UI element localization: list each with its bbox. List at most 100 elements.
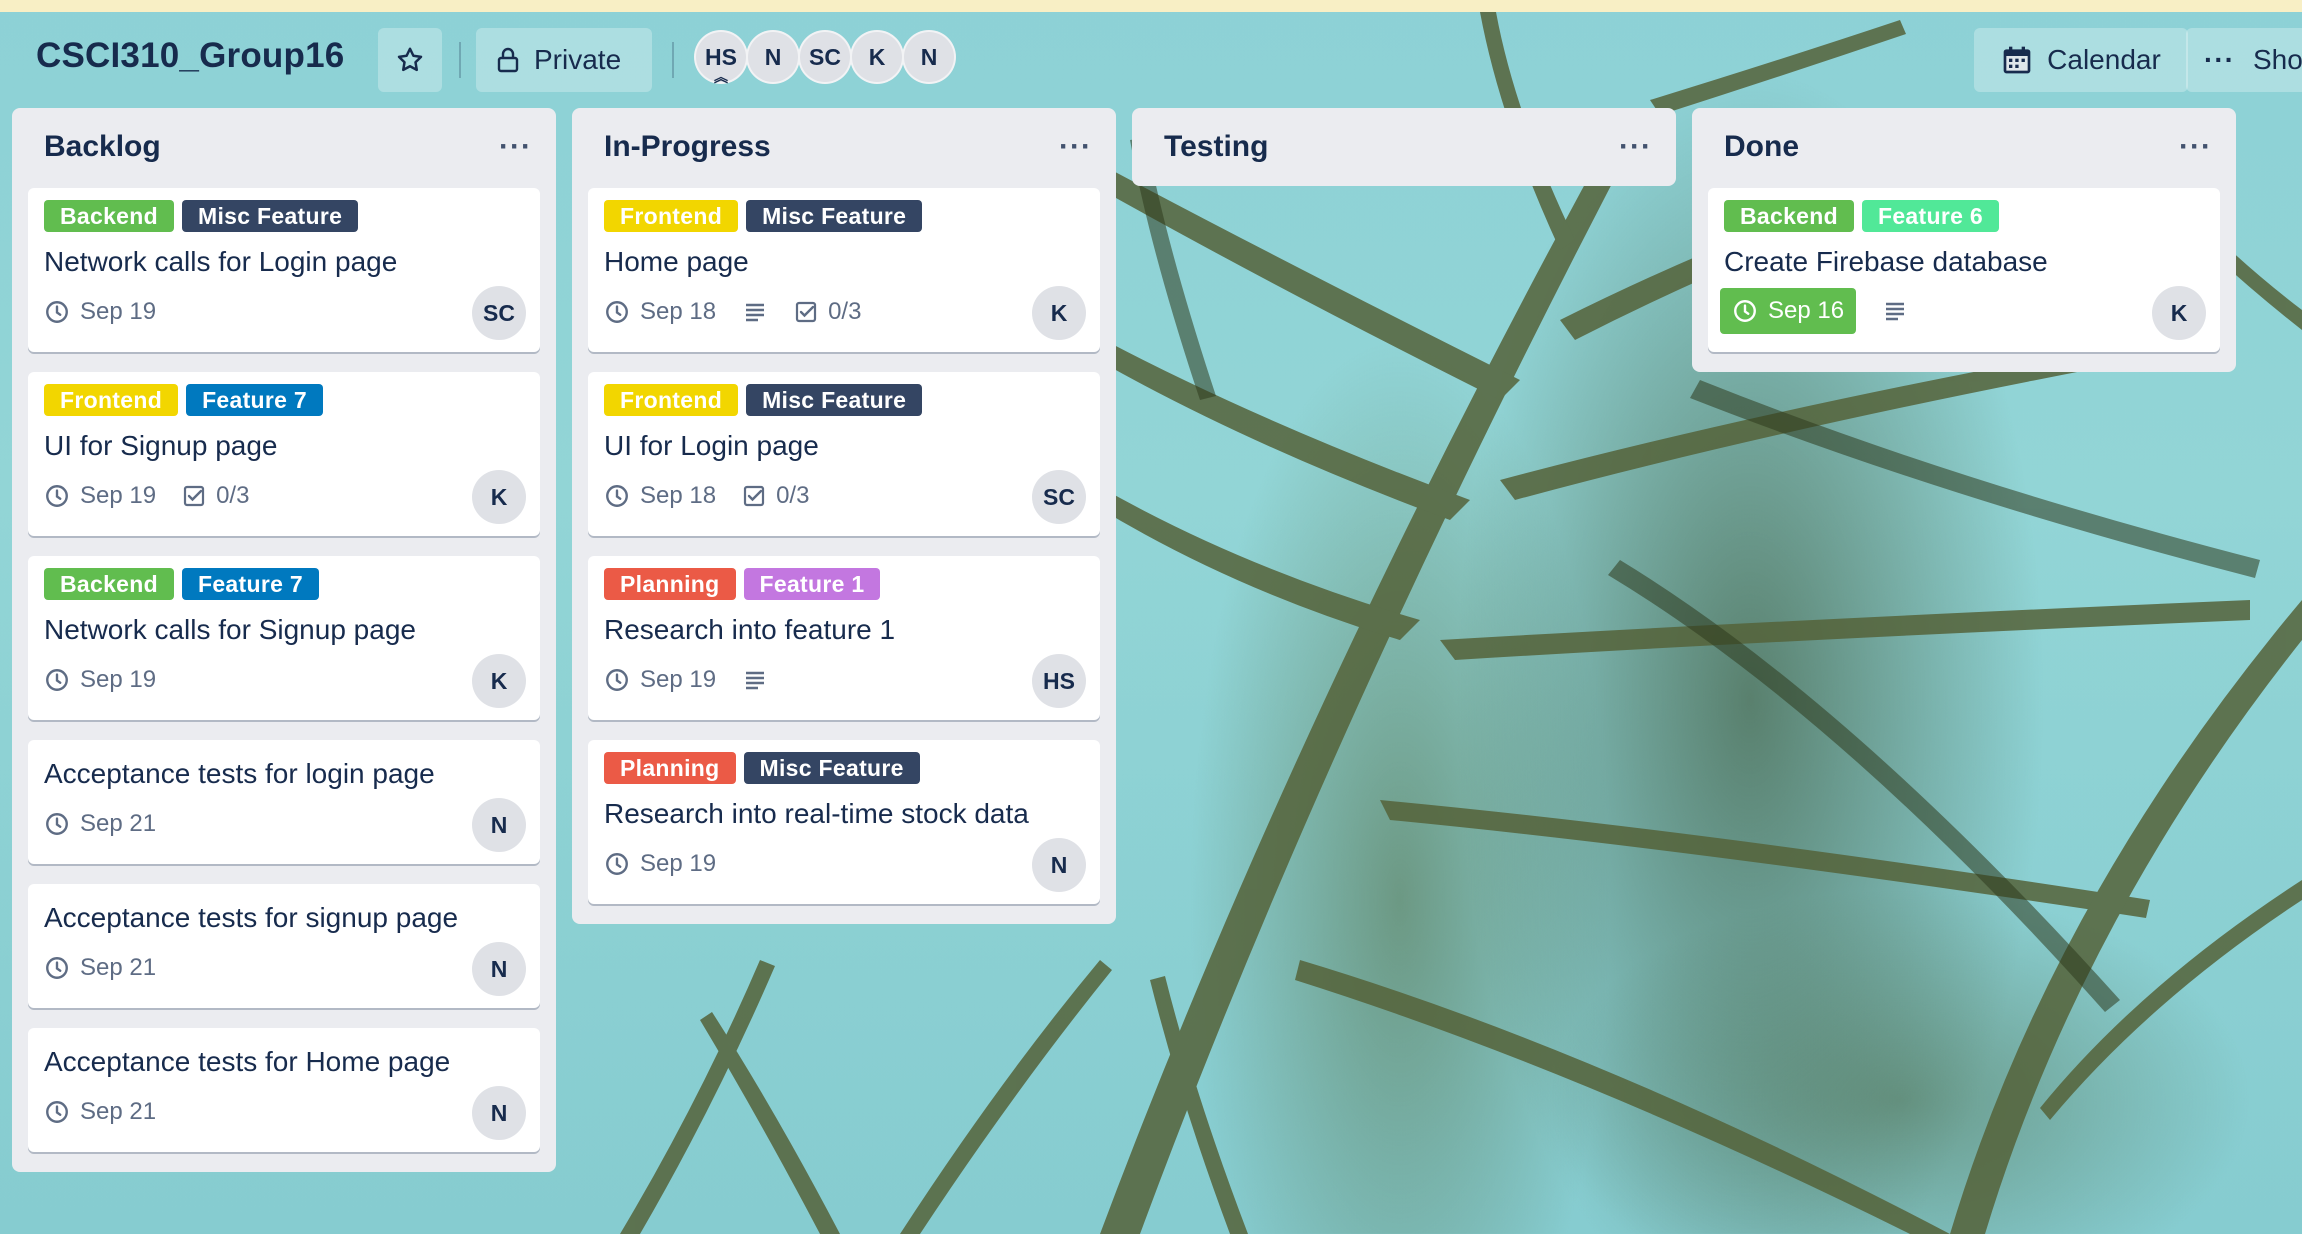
checklist-count: 0/3 — [776, 482, 810, 509]
card-member-avatar[interactable]: HS — [1032, 654, 1086, 708]
card-badges: Sep 21 — [44, 954, 156, 982]
card-label[interactable]: Misc Feature — [181, 200, 359, 232]
list-menu-icon[interactable]: ··· — [1619, 130, 1652, 164]
card[interactable]: Acceptance tests for signup page Sep 21 … — [28, 884, 540, 1008]
card-title: Research into real-time stock data — [604, 798, 1029, 829]
card-label[interactable]: Backend — [1724, 200, 1854, 232]
card-label[interactable]: Backend — [44, 200, 174, 232]
calendar-power-up-button[interactable]: Calendar — [1974, 28, 2188, 92]
due-date-complete-badge[interactable]: Sep 16 — [1720, 288, 1857, 334]
board-header: CSCI310_Group16 Private HS ︽ N SC K N Cal… — [0, 12, 2302, 108]
due-date: Sep 18 — [640, 298, 717, 325]
card-title: Network calls for Signup page — [44, 614, 416, 645]
due-date-badge[interactable]: Sep 19 — [604, 850, 716, 878]
card-label[interactable]: Frontend — [604, 384, 739, 416]
card-labels: Backend Feature 7 — [44, 568, 319, 600]
clock-icon — [606, 853, 628, 875]
card-member-avatar[interactable]: N — [472, 798, 526, 852]
card-label[interactable]: Feature 6 — [1861, 200, 1999, 232]
member-avatar[interactable]: N — [746, 30, 800, 84]
card-badges: Sep 18 0/3 — [604, 482, 809, 510]
clock-icon — [606, 485, 628, 507]
star-board-button[interactable] — [378, 28, 442, 92]
card-label[interactable]: Frontend — [604, 200, 739, 232]
card-labels: Planning Feature 1 — [604, 568, 881, 600]
card-member-avatar[interactable]: K — [2152, 286, 2206, 340]
checklist-count: 0/3 — [828, 298, 862, 325]
card-member-avatar[interactable]: N — [1032, 838, 1086, 892]
due-date: Sep 18 — [640, 482, 717, 509]
clock-icon — [606, 669, 628, 691]
card-label[interactable]: Feature 7 — [186, 384, 324, 416]
clock-icon — [46, 485, 68, 507]
card-title: Acceptance tests for signup page — [44, 902, 459, 933]
due-date-badge[interactable]: Sep 21 — [44, 810, 156, 838]
card[interactable]: Backend Feature 7 Network calls for Sign… — [28, 556, 540, 720]
star-icon — [397, 47, 423, 72]
list-menu-icon[interactable]: ··· — [2179, 130, 2212, 164]
due-date-badge[interactable]: Sep 21 — [44, 954, 156, 982]
due-date: Sep 16 — [1768, 297, 1845, 324]
due-date-badge[interactable]: Sep 19 — [44, 482, 156, 510]
member-avatar[interactable]: SC — [798, 30, 852, 84]
due-date: Sep 19 — [640, 666, 717, 693]
due-date: Sep 19 — [80, 298, 157, 325]
due-date-badge[interactable]: Sep 19 — [604, 666, 716, 694]
card-label[interactable]: Feature 1 — [743, 568, 881, 600]
list-header: Testing ··· — [1132, 108, 1676, 186]
card-title: Acceptance tests for login page — [44, 758, 435, 789]
list-title[interactable]: Done — [1724, 130, 1799, 164]
card-badges: Sep 19 — [604, 666, 768, 694]
card-title: Home page — [604, 246, 749, 277]
calendar-label: Calendar — [2047, 44, 2161, 75]
card-label[interactable]: Misc Feature — [746, 200, 923, 232]
due-date-badge[interactable]: Sep 18 — [604, 482, 716, 510]
show-menu-button[interactable]: ··· Sho — [2186, 28, 2302, 92]
list-title[interactable]: Testing — [1164, 130, 1268, 164]
card[interactable]: Acceptance tests for Home page Sep 21 N — [28, 1028, 540, 1152]
list-title[interactable]: Backlog — [44, 130, 161, 164]
card-member-avatar[interactable]: N — [472, 1086, 526, 1140]
card-badges: Sep 21 — [44, 810, 156, 838]
card-member-avatar[interactable]: K — [472, 654, 526, 708]
card-member-avatar[interactable]: K — [1032, 286, 1086, 340]
list-menu-icon[interactable]: ··· — [1059, 130, 1092, 164]
member-avatar[interactable]: K — [850, 30, 904, 84]
card-member-avatar[interactable]: SC — [1032, 470, 1086, 524]
card-label[interactable]: Misc Feature — [746, 384, 923, 416]
card[interactable]: Planning Misc Feature Research into real… — [588, 740, 1100, 904]
card-label[interactable]: Misc Feature — [743, 752, 920, 784]
due-date: Sep 21 — [80, 1098, 157, 1125]
card-badges: Sep 16 — [1720, 288, 1908, 334]
card[interactable]: Backend Misc Feature Network calls for L… — [28, 188, 540, 352]
card-labels: Planning Misc Feature — [604, 752, 920, 784]
card[interactable]: Frontend Misc Feature Home page Sep 18 0… — [588, 188, 1100, 352]
due-date-badge[interactable]: Sep 18 — [604, 298, 716, 326]
card[interactable]: Frontend Misc Feature UI for Login page … — [588, 372, 1100, 536]
card-member-avatar[interactable]: K — [472, 470, 526, 524]
card[interactable]: Planning Feature 1 Research into feature… — [588, 556, 1100, 720]
due-date-badge[interactable]: Sep 21 — [44, 1098, 156, 1126]
card-label[interactable]: Feature 7 — [181, 568, 319, 600]
card-badges: Sep 19 — [44, 666, 156, 694]
due-date: Sep 19 — [80, 482, 157, 509]
card-label[interactable]: Backend — [44, 568, 174, 600]
card-label[interactable]: Planning — [604, 752, 736, 784]
visibility-button[interactable]: Private — [476, 28, 652, 92]
card[interactable]: Frontend Feature 7 UI for Signup page Se… — [28, 372, 540, 536]
card-label[interactable]: Frontend — [44, 384, 179, 416]
member-avatar[interactable]: HS ︽ — [694, 30, 748, 84]
list-title[interactable]: In-Progress — [604, 130, 771, 164]
due-date-badge[interactable]: Sep 19 — [44, 298, 156, 326]
card[interactable]: Acceptance tests for login page Sep 21 N — [28, 740, 540, 864]
board-title[interactable]: CSCI310_Group16 — [36, 36, 344, 76]
member-avatar[interactable]: N — [902, 30, 956, 84]
card-member-avatar[interactable]: N — [472, 942, 526, 996]
due-date-badge[interactable]: Sep 19 — [44, 666, 156, 694]
list-menu-icon[interactable]: ··· — [499, 130, 532, 164]
card[interactable]: Backend Feature 6 Create Firebase databa… — [1708, 188, 2220, 352]
card-member-avatar[interactable]: SC — [472, 286, 526, 340]
list-header: Done ··· — [1692, 108, 2236, 186]
checklist-icon — [743, 485, 765, 507]
card-label[interactable]: Planning — [604, 568, 736, 600]
